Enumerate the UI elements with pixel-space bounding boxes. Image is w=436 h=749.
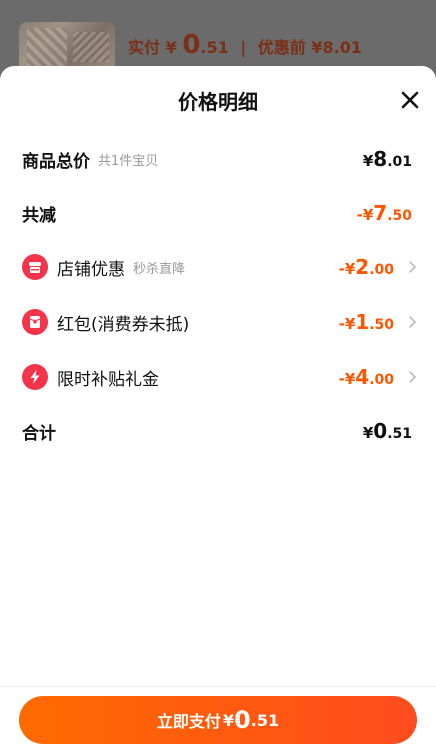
red-packet-amount: -¥1.50: [339, 310, 394, 334]
pay-button-label: 立即支付: [156, 712, 221, 731]
amount-dec: .00: [369, 372, 394, 388]
amount-int: 8: [373, 147, 388, 171]
chevron-right-icon[interactable]: [404, 314, 420, 330]
shop-icon: [22, 254, 48, 280]
reduction-label: 共减: [22, 205, 56, 226]
amount-dec: .50: [387, 208, 412, 224]
sum-amount: ¥0.51: [363, 419, 412, 443]
paid-dec: .51: [200, 38, 229, 57]
sheet-title: 价格明细: [178, 90, 258, 114]
row-goods-total: 商品总价 共1件宝贝 ¥8.01: [22, 144, 414, 174]
header-price-summary: 实付 ¥ 0.51 | 优惠前 ¥8.01: [128, 30, 362, 60]
divider: [0, 686, 436, 687]
close-icon[interactable]: [398, 88, 422, 112]
goods-total-amount: ¥8.01: [363, 147, 412, 171]
paid-currency: ¥: [165, 38, 177, 57]
lightning-icon: [22, 364, 48, 390]
subsidy-amount: -¥4.00: [339, 365, 394, 389]
currency: ¥: [362, 424, 374, 442]
amount-int: 4: [355, 365, 370, 389]
minus-currency: -¥: [338, 260, 356, 278]
minus-currency: -¥: [338, 370, 356, 388]
price-separator: |: [240, 38, 247, 57]
paid-label: 实付: [128, 38, 161, 57]
before-label: 优惠前: [257, 38, 306, 57]
row-total-reduction: 共减 -¥7.50: [22, 198, 414, 228]
amount-int: 2: [355, 255, 370, 279]
pay-currency: ¥: [222, 710, 235, 730]
shop-discount-sub: 秒杀直降: [133, 261, 186, 277]
before-amount: ¥8.01: [311, 38, 362, 57]
row-limited-subsidy[interactable]: 限时补贴礼金 -¥4.00: [22, 362, 417, 392]
amount-int: 0: [373, 419, 388, 443]
amount-int: 7: [373, 201, 388, 225]
minus-currency: -¥: [356, 206, 374, 224]
amount-int: 1: [355, 310, 370, 334]
pay-dec: .51: [250, 710, 280, 730]
chevron-right-icon[interactable]: [404, 369, 420, 385]
price-detail-sheet: 价格明细 商品总价 共1件宝贝 ¥8.01 共减 -¥7.50 店铺优惠 秒杀直…: [0, 66, 436, 749]
subsidy-label: 限时补贴礼金: [57, 369, 159, 390]
sum-label: 合计: [22, 423, 56, 444]
row-shop-discount[interactable]: 店铺优惠 秒杀直降 -¥2.00: [22, 252, 417, 282]
amount-dec: .00: [369, 262, 394, 278]
row-sum: 合计 ¥0.51: [22, 416, 414, 446]
amount-dec: .51: [387, 426, 412, 442]
currency: ¥: [362, 152, 374, 170]
minus-currency: -¥: [338, 315, 356, 333]
row-red-packet[interactable]: 红包(消费券未抵) -¥1.50: [22, 307, 417, 337]
goods-total-label: 商品总价: [22, 151, 90, 172]
chevron-right-icon[interactable]: [404, 259, 420, 275]
red-packet-label: 红包(消费券未抵): [57, 314, 190, 335]
amount-dec: .50: [369, 317, 394, 333]
pay-now-button[interactable]: 立即支付 ¥0.51: [19, 696, 417, 744]
amount-dec: .01: [387, 154, 412, 170]
pay-int: 0: [234, 706, 251, 734]
red-packet-icon: [22, 309, 48, 335]
goods-count: 共1件宝贝: [98, 153, 159, 169]
shop-discount-amount: -¥2.00: [339, 255, 394, 279]
reduction-amount: -¥7.50: [357, 201, 412, 225]
paid-int: 0: [182, 30, 201, 60]
shop-discount-label: 店铺优惠: [57, 259, 125, 280]
